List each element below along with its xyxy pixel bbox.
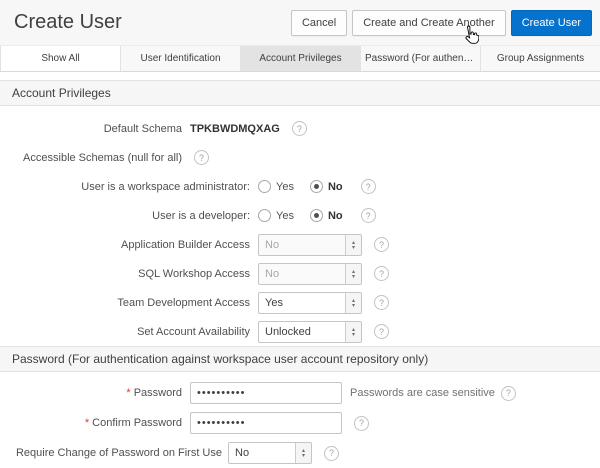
section-header-password: Password (For authentication against wor… [0,346,600,372]
form-row-app-builder-access: Application Builder Access No ▴ ▾ ? [0,230,600,259]
field-label: Accessible Schemas (null for all) [23,151,182,164]
tab-account-privileges[interactable]: Account Privileges [241,46,361,71]
radio-label-yes[interactable]: Yes [276,181,294,193]
spinner-icon[interactable]: ▴ ▾ [345,321,361,342]
required-marker: * [126,387,131,399]
field-label: Require Change of Password on First Use [15,447,222,459]
create-and-create-another-button[interactable]: Create and Create Another [352,9,506,36]
help-icon[interactable]: ? [354,415,369,431]
radio-yes[interactable] [258,209,271,222]
form-row-confirm-password: *Confirm Password ? [0,408,600,438]
field-label: User is a developer: [152,209,250,222]
field-label: Set Account Availability [137,325,250,338]
password-input[interactable] [190,382,342,404]
required-marker: * [84,417,90,429]
tab-group-assignments[interactable]: Group Assignments [481,46,600,71]
form-row-password: *Password Passwords are case sensitive ? [0,378,600,408]
radio-label-no[interactable]: No [328,181,343,193]
page-header: Create User Cancel Create and Create Ano… [0,0,600,46]
field-label: * Confirm Password [84,417,182,429]
help-icon[interactable]: ? [360,179,376,194]
page-title: Create User [14,11,122,33]
help-icon[interactable]: ? [360,208,376,223]
spinner-down-icon: ▾ [351,301,355,309]
password-form: *Password Passwords are case sensitive ?… [0,372,600,468]
field-label: * Password [126,387,182,399]
form-row-workspace-admin: User is a workspace administrator: Yes N… [0,172,600,201]
field-label: Application Builder Access [120,238,250,251]
field-label: Default Schema [103,122,182,135]
help-icon[interactable]: ? [500,385,516,401]
section-header-account-privileges: Account Privileges [0,80,600,106]
radio-no[interactable] [309,209,323,222]
help-icon[interactable]: ? [291,121,307,136]
account-privileges-form: Default Schema TPKBWDMQXAG ? Accessible … [0,106,600,346]
spinner-icon[interactable]: ▴ ▾ [345,292,361,313]
password-note: Passwords are case sensitive [350,387,495,399]
cancel-button[interactable]: Cancel [290,9,348,36]
tab-password[interactable]: Password (For authenticatio... [361,46,481,71]
tab-user-identification[interactable]: User Identification [121,46,241,71]
radio-yes[interactable] [258,180,271,193]
spinner-down-icon: ▾ [351,272,355,280]
spinner-down-icon: ▾ [351,330,355,338]
spinner-icon[interactable]: ▴ ▾ [345,263,361,284]
radio-no[interactable] [309,180,323,193]
field-label: SQL Workshop Access [138,267,250,280]
set-account-availability-select[interactable]: Unlocked ▴ ▾ [258,320,362,343]
create-user-button[interactable]: Create User [510,9,592,36]
field-label: Team Development Access [117,296,250,309]
help-icon[interactable]: ? [374,237,389,252]
help-icon[interactable]: ? [324,445,339,461]
help-icon[interactable]: ? [374,295,389,310]
application-builder-access-select[interactable]: No ▴ ▾ [258,233,362,256]
help-icon[interactable]: ? [374,266,389,281]
form-row-developer: User is a developer: Yes No ? [0,201,600,230]
form-row-team-dev-access: Team Development Access Yes ▴ ▾ ? [0,288,600,317]
confirm-password-input[interactable] [190,412,342,434]
form-row-accessible-schemas: Accessible Schemas (null for all) ? [0,143,600,172]
team-development-access-select[interactable]: Yes ▴ ▾ [258,291,362,314]
sql-workshop-access-select[interactable]: No ▴ ▾ [258,262,362,285]
tab-bar: Show All User Identification Account Pri… [0,46,600,72]
form-row-require-change: Require Change of Password on First Use … [0,438,600,468]
form-row-default-schema: Default Schema TPKBWDMQXAG ? [0,114,600,143]
field-label: User is a workspace administrator: [81,180,250,193]
tab-show-all[interactable]: Show All [0,46,121,71]
spinner-icon[interactable]: ▴ ▾ [345,234,361,255]
form-row-account-availability: Set Account Availability Unlocked ▴ ▾ ? [0,317,600,346]
form-row-sql-workshop-access: SQL Workshop Access No ▴ ▾ ? [0,259,600,288]
spinner-down-icon: ▾ [301,452,305,459]
spinner-icon[interactable]: ▴ ▾ [295,443,311,463]
default-schema-value: TPKBWDMQXAG [190,122,280,135]
radio-label-yes[interactable]: Yes [276,210,294,222]
require-change-select[interactable]: No ▴ ▾ [228,442,312,464]
radio-label-no[interactable]: No [328,210,343,222]
help-icon[interactable]: ? [374,324,389,339]
spinner-down-icon: ▾ [351,243,355,251]
help-icon[interactable]: ? [194,150,209,165]
